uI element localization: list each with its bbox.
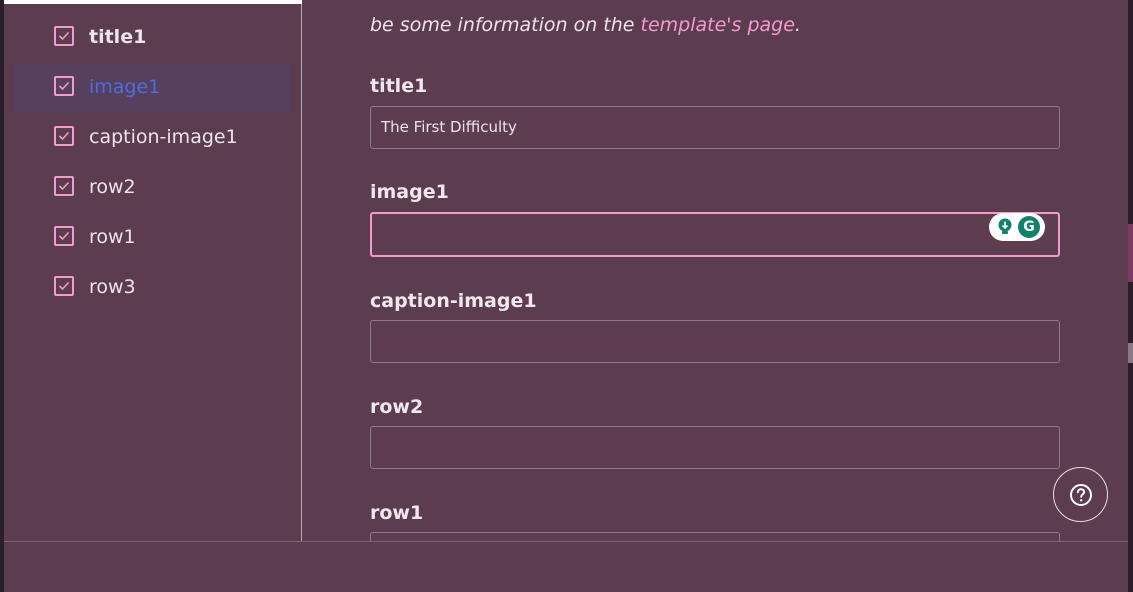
sidebar-item-image1[interactable]: image1 [14,63,290,113]
checkbox-checked-icon[interactable] [54,26,74,46]
sidebar-item-label: title1 [89,26,147,48]
row1-input[interactable] [370,532,1060,541]
sidebar-item-label: row2 [89,176,136,198]
backdrop-tab [1128,224,1133,282]
field-label-image1: image1 [370,181,449,203]
sidebar-item-row1[interactable]: row1 [14,213,290,263]
field-label-row2: row2 [370,396,424,418]
lightbulb-icon[interactable] [995,217,1015,237]
intro-text-end: . [794,14,801,36]
checkbox-checked-icon[interactable] [54,276,74,296]
field-label-row1: row1 [370,502,424,524]
sidebar-item-row2[interactable]: row2 [14,163,290,213]
intro-text-body: be some information on the [370,14,641,36]
grammarly-widget[interactable]: G [989,213,1045,241]
intro-text: be some information on the template's pa… [370,12,801,38]
help-button[interactable] [1053,467,1108,522]
sidebar-item-label: caption-image1 [89,126,238,148]
field-label-title1: title1 [370,75,428,97]
title1-input[interactable]: The First Difficulty [370,106,1060,149]
sidebar-item-label: image1 [89,76,161,98]
grammarly-g-icon[interactable]: G [1018,216,1040,238]
image1-input[interactable] [370,212,1060,257]
caption-image1-input[interactable] [370,320,1060,363]
field-editor: be some information on the template's pa… [370,0,1070,541]
question-circle-icon [1070,484,1092,506]
backdrop-right [1128,0,1133,592]
checkbox-checked-icon[interactable] [54,176,74,196]
template-fields-modal: title1 image1 caption-image1 row2 row1 r… [4,0,1128,592]
checkbox-checked-icon[interactable] [54,126,74,146]
sidebar-item-title1[interactable]: title1 [14,13,290,63]
field-list: title1 image1 caption-image1 row2 row1 r… [14,13,290,313]
field-sidebar: title1 image1 caption-image1 row2 row1 r… [4,0,302,541]
backdrop-scrollbar[interactable] [1128,343,1133,363]
row2-input[interactable] [370,426,1060,469]
sidebar-item-label: row1 [89,226,136,248]
checkbox-checked-icon[interactable] [54,226,74,246]
sidebar-item-row3[interactable]: row3 [14,263,290,313]
modal-footer [4,541,1128,592]
sidebar-item-caption-image1[interactable]: caption-image1 [14,113,290,163]
sidebar-item-label: row3 [89,276,136,298]
checkbox-checked-icon[interactable] [54,76,74,96]
field-label-caption-image1: caption-image1 [370,290,537,312]
sidebar-top-border [4,0,302,4]
template-page-link[interactable]: template's page [641,14,795,36]
